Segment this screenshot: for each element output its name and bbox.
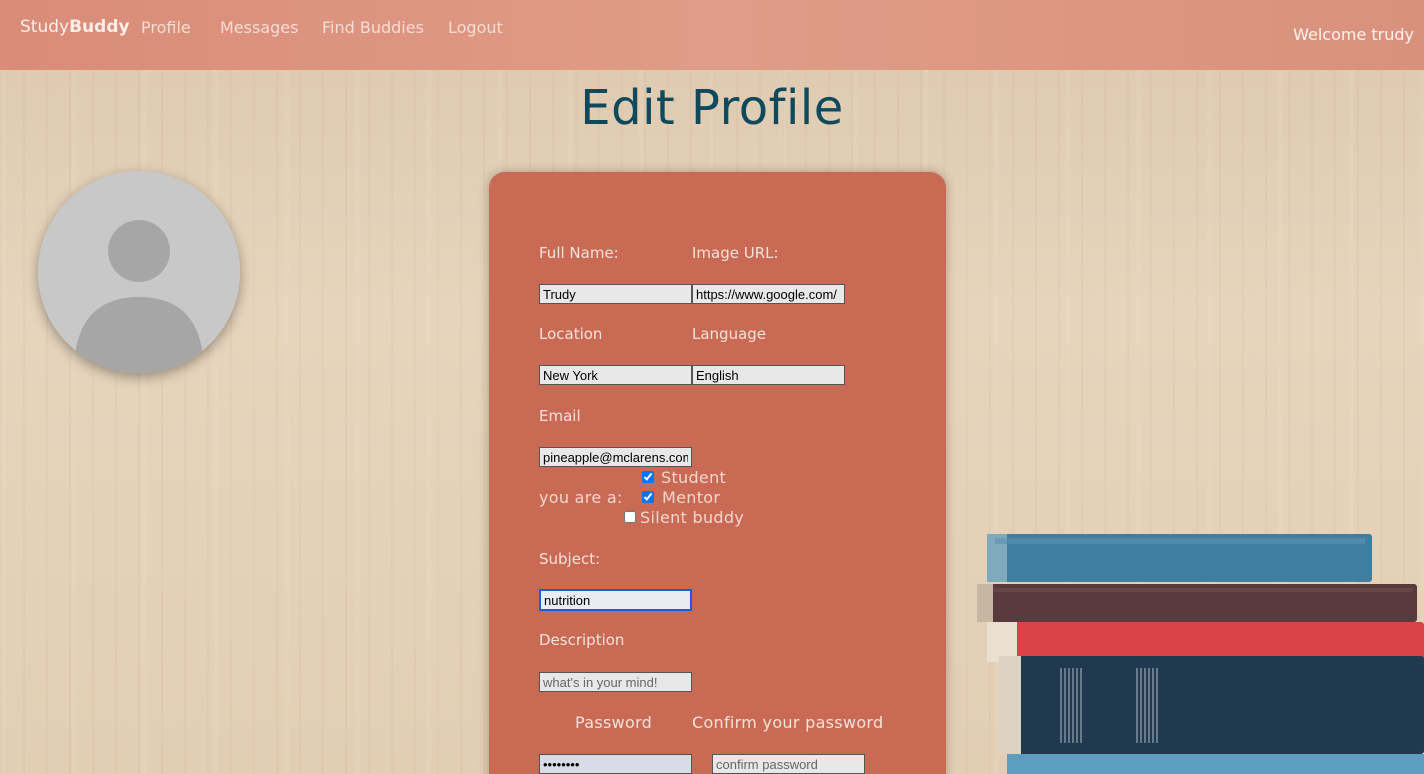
brand-logo[interactable]: StudyBuddy (20, 17, 130, 37)
location-label: Location (539, 325, 603, 343)
silent-buddy-checkbox[interactable] (624, 511, 636, 523)
mentor-checkbox[interactable] (642, 491, 654, 503)
image-url-input[interactable] (692, 284, 845, 304)
email-label: Email (539, 407, 581, 425)
image-url-label: Image URL: (692, 244, 779, 262)
description-input[interactable] (539, 672, 692, 692)
confirm-password-label: Confirm your password (692, 713, 884, 732)
nav-link-logout[interactable]: Logout (448, 18, 503, 37)
confirm-password-input[interactable] (712, 754, 865, 774)
top-navbar: StudyBuddy Profile Messages Find Buddies… (0, 0, 1424, 70)
language-input[interactable] (692, 365, 845, 385)
subject-input[interactable] (539, 589, 692, 611)
language-label: Language (692, 325, 767, 343)
welcome-message: Welcome trudy (1293, 25, 1414, 44)
full-name-label: Full Name: (539, 244, 619, 262)
mentor-option-label: Mentor (662, 488, 721, 507)
page-title: Edit Profile (580, 80, 844, 136)
student-option-label: Student (661, 468, 727, 487)
location-input[interactable] (539, 365, 692, 385)
description-label: Description (539, 631, 625, 649)
silent-buddy-option-label: Silent buddy (640, 508, 745, 527)
password-label: Password (575, 713, 653, 732)
role-label: you are a: (539, 488, 623, 507)
password-input[interactable] (539, 754, 692, 774)
subject-label: Subject: (539, 550, 601, 568)
books-stack-image (965, 528, 1424, 774)
nav-link-find-buddies[interactable]: Find Buddies (322, 18, 424, 37)
full-name-input[interactable] (539, 284, 692, 304)
edit-profile-form: Full Name: Image URL: Location Language … (489, 172, 946, 774)
nav-link-profile[interactable]: Profile (141, 18, 191, 37)
brand-text-study: Study (20, 17, 70, 37)
email-input[interactable] (539, 447, 692, 467)
avatar (38, 171, 240, 373)
student-checkbox[interactable] (642, 471, 654, 483)
nav-link-messages[interactable]: Messages (220, 18, 298, 37)
brand-text-buddy: Buddy (69, 17, 130, 37)
default-user-icon (38, 171, 240, 373)
